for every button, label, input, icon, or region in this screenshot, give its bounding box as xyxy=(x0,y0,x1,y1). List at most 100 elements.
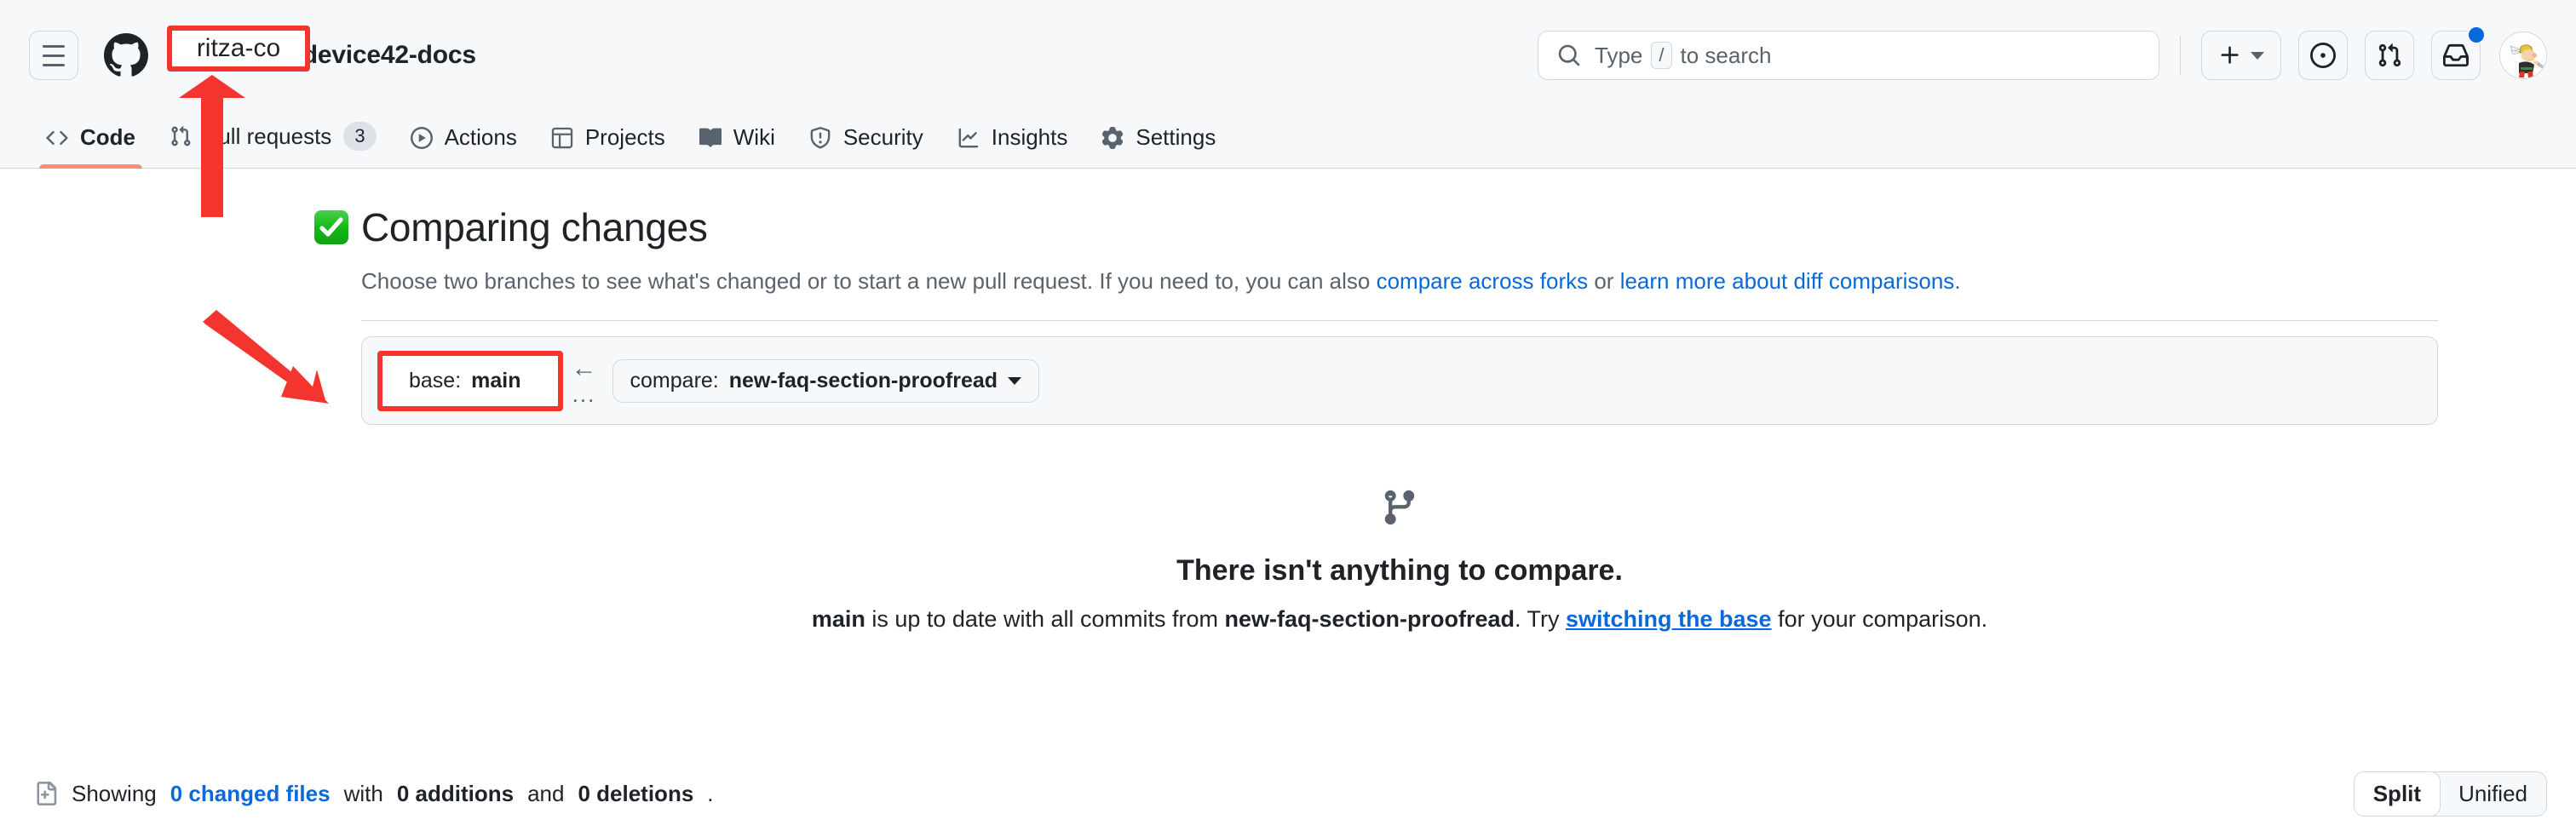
book-icon xyxy=(699,127,722,149)
base-branch-highlight-box: base: main xyxy=(377,350,563,411)
header-actions: Type / to search xyxy=(1538,26,2547,80)
base-branch-dropdown[interactable]: base: main xyxy=(409,369,532,393)
title-row: Comparing changes Choose two branches to… xyxy=(314,169,2438,298)
search-placeholder-prefix: Type xyxy=(1595,42,1643,68)
learn-about-diff-comparisons-link[interactable]: learn more about diff comparisons xyxy=(1620,268,1955,294)
tab-label: Insights xyxy=(991,124,1068,150)
tab-label: Actions xyxy=(444,124,517,150)
git-pull-request-icon xyxy=(2378,43,2401,67)
hamburger-bar xyxy=(43,54,65,57)
pull-requests-button[interactable] xyxy=(2365,31,2414,80)
inbox-icon xyxy=(2443,43,2469,67)
changed-files-link[interactable]: 0 changed files xyxy=(170,781,331,807)
user-avatar xyxy=(2500,32,2546,78)
compare-label: compare: xyxy=(630,368,719,393)
with-label: with xyxy=(343,780,383,806)
showing-label: Showing xyxy=(72,780,157,806)
tab-label: Pull requests xyxy=(204,123,332,149)
base-label: base: xyxy=(409,368,462,393)
breadcrumb-owner-link[interactable]: ritza-co xyxy=(179,41,262,69)
base-branch-name: main xyxy=(471,368,521,393)
page-root: ritza-co / device42-docs Type / to searc… xyxy=(0,0,2576,831)
main-content: Comparing changes Choose two branches to… xyxy=(0,169,2576,633)
avatar[interactable] xyxy=(2499,32,2547,79)
page-subtitle: Choose two branches to see what's change… xyxy=(361,265,2438,298)
play-circle-icon xyxy=(410,126,433,149)
tab-label: Wiki xyxy=(733,124,775,150)
shield-icon xyxy=(809,126,831,149)
period-label: . xyxy=(707,780,714,806)
git-compare-icon xyxy=(361,488,2438,527)
notifications-inbox-button[interactable] xyxy=(2431,26,2486,80)
empty-state-description: main is up to date with all commits from… xyxy=(361,606,2438,633)
breadcrumb-owner-slot: ritza-co xyxy=(164,31,278,80)
tab-label: Code xyxy=(80,124,135,150)
ellipsis-label: ... xyxy=(572,381,596,408)
tab-label: Projects xyxy=(584,124,665,150)
tab-label: Settings xyxy=(1136,124,1216,150)
split-view-button[interactable]: Split xyxy=(2354,771,2441,816)
hamburger-icon[interactable] xyxy=(29,31,78,80)
search-placeholder-suffix: to search xyxy=(1680,42,1772,68)
tab-security[interactable]: Security xyxy=(792,124,940,168)
branch-swap-indicator: ← ... xyxy=(571,354,597,408)
compare-branch-name: new-faq-section-proofread xyxy=(728,368,998,393)
subtitle-text-before: Choose two branches to see what's change… xyxy=(361,268,1377,295)
tab-projects[interactable]: Projects xyxy=(534,124,682,168)
diff-view-toggle: Split Unified xyxy=(2353,771,2547,817)
additions-count: 0 additions xyxy=(396,780,515,806)
diff-file-icon xyxy=(34,782,58,805)
empty-desc-compare-branch: new-faq-section-proofread xyxy=(1224,606,1515,633)
breadcrumb-separator: / xyxy=(286,41,294,69)
plus-icon xyxy=(2221,46,2239,64)
tab-settings[interactable]: Settings xyxy=(1084,124,1233,168)
empty-state: There isn't anything to compare. main is… xyxy=(361,425,2438,633)
empty-desc-middle: is up to date with all commits from xyxy=(865,606,1225,633)
branch-selector-bar: base: main base: main ← ... xyxy=(361,336,2438,426)
switching-the-base-link[interactable]: switching the base xyxy=(1566,606,1772,632)
search-icon xyxy=(1557,43,1581,67)
code-icon xyxy=(46,127,68,149)
deletions-count: 0 deletions xyxy=(578,780,694,806)
gear-icon xyxy=(1101,126,1124,149)
tab-insights[interactable]: Insights xyxy=(940,124,1085,168)
create-new-button[interactable] xyxy=(2201,31,2281,80)
compare-across-forks-link[interactable]: compare across forks xyxy=(1377,268,1589,294)
empty-desc-end: for your comparison. xyxy=(1771,606,1988,633)
section-divider xyxy=(361,320,2438,322)
and-label: and xyxy=(527,780,565,806)
tab-pull-requests[interactable]: Pull requests 3 xyxy=(152,122,394,168)
git-pull-request-icon xyxy=(170,125,192,147)
white-check-mark-emoji xyxy=(312,208,351,247)
base-branch-slot: base: main base: main xyxy=(377,350,563,411)
compare-container: Comparing changes Choose two branches to… xyxy=(138,169,2438,633)
graph-icon xyxy=(957,127,980,149)
tab-code[interactable]: Code xyxy=(29,124,152,169)
issue-opened-icon xyxy=(2310,43,2336,68)
search-slash-key: / xyxy=(1651,42,1672,69)
subtitle-text-after: . xyxy=(1954,268,1961,295)
notification-unread-dot xyxy=(2467,26,2486,44)
unified-view-button[interactable]: Unified xyxy=(2440,772,2546,816)
compare-branch-dropdown[interactable]: compare: new-faq-section-proofread xyxy=(612,358,1040,403)
chevron-down-icon xyxy=(1008,376,1022,385)
diff-summary-text: Showing 0 changed files with 0 additions… xyxy=(29,781,714,807)
github-logo-icon[interactable] xyxy=(104,33,148,77)
tab-actions[interactable]: Actions xyxy=(394,124,534,168)
arrow-left-icon: ← xyxy=(571,354,597,383)
repo-nav: Code Pull requests 3 Actions Projects Wi… xyxy=(0,111,2576,169)
table-icon xyxy=(551,127,573,149)
issues-button[interactable] xyxy=(2298,31,2348,80)
empty-desc-base-branch: main xyxy=(811,606,865,633)
page-title: Comparing changes xyxy=(361,205,708,249)
search-input[interactable]: Type / to search xyxy=(1538,31,2159,80)
empty-state-heading: There isn't anything to compare. xyxy=(1176,554,1623,587)
breadcrumb-repo-link[interactable]: device42-docs xyxy=(302,41,476,70)
tab-label: Security xyxy=(842,124,923,150)
hamburger-bar xyxy=(43,63,65,66)
app-header: ritza-co / device42-docs Type / to searc… xyxy=(0,0,2576,111)
header-divider xyxy=(2180,36,2181,75)
chevron-down-icon xyxy=(2251,51,2264,60)
tab-wiki[interactable]: Wiki xyxy=(682,124,792,168)
hamburger-bar xyxy=(43,44,65,48)
